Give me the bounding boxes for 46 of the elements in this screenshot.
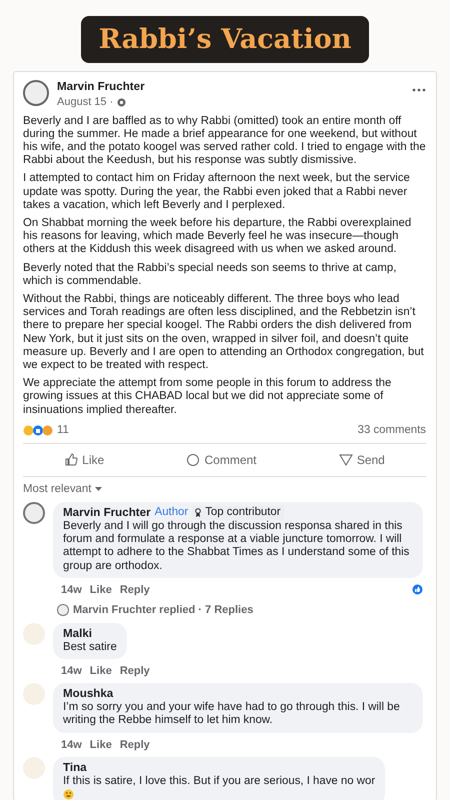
comment-text: Best satire: [63, 640, 117, 654]
author-name[interactable]: Marvin Fruchter: [57, 80, 404, 94]
triangle-icon: [338, 452, 353, 467]
reaction-icons: [23, 424, 53, 436]
post-paragraph: On Shabbat morning the week before his departure, the Rabbi overexplained his reasons for leaving, which made Beverly feel he was insecure—though others at the Kiddush this week disagreed with us when we asked around.: [23, 216, 412, 257]
commenter-name[interactable]: Malki: [63, 626, 92, 641]
badge-icon: [195, 508, 202, 518]
reply-link[interactable]: Reply: [120, 662, 150, 680]
comment-time: 14w: [61, 664, 82, 679]
comment-time: 14w: [61, 582, 82, 598]
post-paragraph: Without the Rabbi, things are noticeably different. The three boys who lead services and Torah readings are often less disciplined, and the Rebbetzin isn’t there to prepare her special koogel. The Rabbi orders the dish delivered from New York, but it just sits on the oven, wrapped in silver foil, and doesn’t quite measure up. Beverly and I are open to attending an Orthodox congregation, but we expect to be treated with respect.: [23, 292, 425, 372]
post-date[interactable]: August 15 ·: [57, 94, 114, 110]
comment-text: Beverly and I will go through the discussion responsa shared in this forum and formulate a response at a viable juncture tomorrow. I will attempt to adhere to the Shabbat Times as I understand some of this group are orthodox.: [63, 520, 410, 573]
contributor-badge: Top contributor: [192, 506, 284, 520]
sort-dropdown[interactable]: Most relevant: [23, 480, 92, 498]
reaction-count: 11: [57, 422, 69, 438]
commenter-name[interactable]: Moushka: [63, 687, 114, 702]
comment-count[interactable]: 33 comments: [358, 422, 426, 439]
comment-time: 14w: [61, 738, 82, 753]
send-button[interactable]: Send: [330, 448, 393, 472]
comment-button[interactable]: Comment: [178, 448, 264, 472]
like-link[interactable]: Like: [90, 582, 112, 598]
globe-icon: [117, 98, 126, 107]
like-link[interactable]: Like: [90, 662, 112, 680]
post-paragraph: I attempted to contact him on Friday afternoon the next week, but the service update was spotty. During the year, the Rabbi even joked that a Rabbi never takes a vacation, which left Beverly and I perplexed.: [23, 172, 411, 212]
like-button[interactable]: Like: [56, 448, 112, 472]
avatar-icon[interactable]: [57, 604, 69, 616]
comment-text: I’m so sorry you and your wife have had to go through this. I will be writing the Rebbe himself to let him know.: [63, 701, 401, 728]
avatar-icon[interactable]: [23, 502, 45, 524]
commenter-name[interactable]: Tina: [63, 761, 87, 776]
post-paragraph: Beverly and I are baffled as to why Rabbi (omitted) took an entire month off during the summer. He made a brief appearance for one weekend, but without his wife, and the potato koogel was served rather cold. I tried to engage with the Rabbi about the Keedush, but his response was subtly dismissive.: [23, 114, 426, 168]
more-options-icon: [412, 88, 426, 92]
comment-text: If this is satire, I love this. But if you are serious, I have no wor: [63, 775, 376, 788]
avatar-icon[interactable]: [23, 80, 49, 106]
caret-icon: [95, 487, 102, 492]
like-link[interactable]: Like: [90, 736, 112, 754]
post-paragraph: Beverly noted that the Rabbi’s special needs son seems to thrive at camp, which is commendable.: [23, 262, 398, 288]
post-paragraph: We appreciate the attempt from some people in this forum to address the growing issues at this CHABAD local but we did not appreciate some of insinuations implied thereafter.: [23, 377, 392, 417]
headline-title: Rabbi’s Vacation: [80, 16, 370, 64]
reply-link[interactable]: Reply: [120, 582, 150, 598]
replies-link[interactable]: Marvin Fruchter replied · 7 Replies: [73, 602, 254, 619]
author-tag: Author: [154, 506, 188, 520]
thumbs-up-icon: [64, 452, 78, 467]
speech-bubble-icon: [186, 452, 200, 467]
reply-link[interactable]: Reply: [120, 736, 150, 754]
commenter-name[interactable]: Marvin Fruchter: [63, 506, 151, 520]
